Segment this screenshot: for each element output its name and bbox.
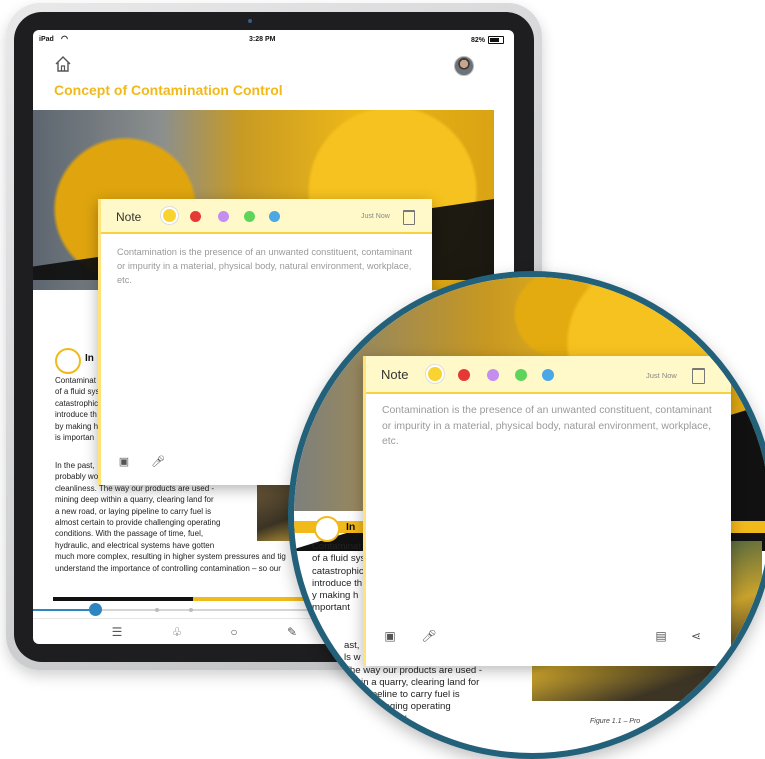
note-timestamp: Just Now	[646, 371, 677, 380]
progress-fill	[33, 609, 95, 611]
text-line: understand the importance of controlling…	[55, 563, 281, 573]
battery-percent: 82%	[470, 36, 485, 44]
wifi-icon: ◠	[61, 34, 68, 43]
color-yellow-swatch[interactable]	[163, 209, 176, 222]
text-line: pressures and ti	[344, 738, 413, 750]
battery-status: 82%	[471, 36, 504, 44]
text-line: introduce th	[55, 410, 97, 420]
zoom-section-badge-icon	[314, 516, 340, 542]
text-line: ge of time, fuel,	[344, 713, 410, 725]
page-title: Concept of Contamination Control	[54, 82, 283, 98]
home-icon[interactable]	[53, 54, 73, 74]
image-icon[interactable]: ▣	[382, 628, 398, 644]
zoom-body-paragraph-1: Contaminat of a fluid sys catastrophic i…	[312, 541, 365, 615]
progress-tick	[189, 608, 193, 612]
body-paragraph-1: Contaminat of a fluid sys catastrophic i…	[55, 375, 99, 443]
zoom-note-popup: Note Just Now Contamination is the prese…	[363, 356, 731, 666]
text-line: hydraulic, and electrical systems have g…	[55, 540, 215, 550]
text-line: Contaminat	[312, 541, 362, 552]
zoom-magnifier: In Contaminat of a fluid sys catastrophi…	[288, 271, 765, 759]
microphone-icon[interactable]: 🎤︎	[151, 455, 165, 469]
device-label: iPad	[39, 36, 54, 43]
text-line: by making h	[55, 421, 99, 431]
text-line: ide challenging operating	[344, 701, 451, 713]
status-time: 3:28 PM	[249, 36, 276, 43]
text-line: y making h	[312, 590, 359, 602]
progress-slider-knob[interactable]	[89, 603, 102, 616]
text-line: introduce th	[312, 577, 363, 589]
text-line: is importan	[55, 433, 95, 443]
note-textarea[interactable]: Contamination is the presence of an unwa…	[382, 403, 722, 450]
progress-tick	[155, 608, 159, 612]
text-line: catastrophic	[312, 565, 364, 577]
battery-icon	[488, 36, 504, 44]
text-line: much more complex, resulting in higher s…	[55, 552, 286, 562]
trash-icon[interactable]	[692, 368, 705, 384]
note-title: Note	[381, 367, 409, 382]
text-line: within a quarry, clearing land for	[344, 676, 480, 688]
color-blue-swatch[interactable]	[542, 369, 554, 381]
color-purple-swatch[interactable]	[487, 369, 499, 381]
text-line: of a fluid sys	[55, 387, 100, 397]
avatar[interactable]	[454, 56, 474, 76]
color-purple-swatch[interactable]	[218, 211, 229, 222]
text-line: almost certain to provide challenging op…	[55, 518, 221, 528]
trash-icon[interactable]	[403, 210, 415, 225]
text-line: mining deep within a quarry, clearing la…	[55, 495, 214, 505]
camera-dot	[248, 19, 252, 23]
text-line: a new road, or laying pipeline to carry …	[55, 506, 212, 516]
text-line: The way our products are used -	[344, 664, 483, 676]
color-green-swatch[interactable]	[515, 369, 527, 381]
figure-caption: Figure 1.1 – Pro	[590, 718, 641, 725]
note-timestamp: Just Now	[361, 213, 390, 220]
color-red-swatch[interactable]	[458, 369, 470, 381]
text-line: mportant	[312, 602, 350, 614]
microphone-icon[interactable]: 🎤︎	[421, 628, 437, 644]
note-title: Note	[116, 210, 142, 224]
text-line: Contaminat	[55, 376, 96, 385]
text-line: conditions. With the passage of time, fu…	[55, 529, 204, 539]
save-icon[interactable]: ▤	[653, 628, 669, 644]
share-icon[interactable]: ⋖	[688, 628, 704, 644]
status-bar: iPad ◠ 3:28 PM 82%	[33, 30, 514, 48]
color-green-swatch[interactable]	[244, 211, 255, 222]
search-icon[interactable]: ○	[226, 624, 242, 640]
color-blue-swatch[interactable]	[269, 211, 280, 222]
section-heading: In	[85, 353, 94, 364]
color-red-swatch[interactable]	[190, 211, 201, 222]
text-line: catastrophic	[55, 398, 99, 408]
image-icon[interactable]: ▣	[117, 455, 131, 469]
color-yellow-swatch[interactable]	[428, 367, 442, 381]
bookmark-icon[interactable]: ♧	[169, 624, 185, 640]
section-badge-icon	[55, 348, 81, 374]
text-line: of a fluid sys	[312, 553, 366, 565]
zoom-section-heading: In	[346, 521, 356, 533]
text-line: ave gotten	[344, 726, 389, 738]
zoom-content: In Contaminat of a fluid sys catastrophi…	[294, 277, 765, 753]
text-line: ying pipeline to carry fuel is	[344, 689, 460, 701]
toc-icon[interactable]: ☰	[109, 624, 125, 640]
